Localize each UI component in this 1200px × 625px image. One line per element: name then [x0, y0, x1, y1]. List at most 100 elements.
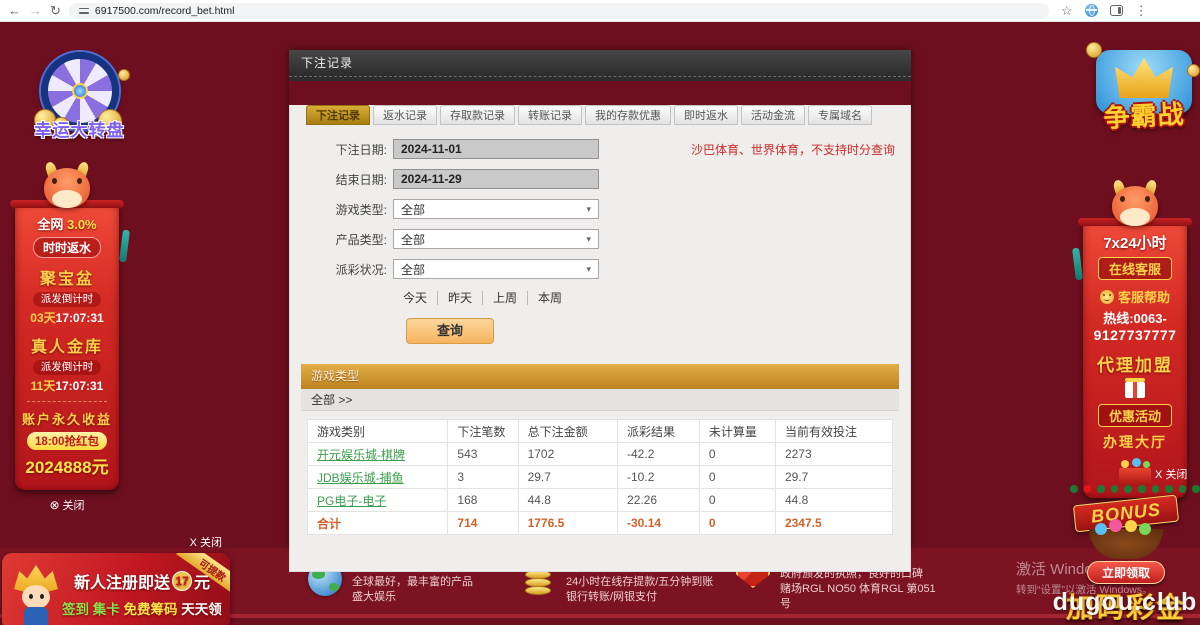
coin-icon	[118, 69, 130, 81]
divider	[27, 401, 107, 402]
tab-transfer-record[interactable]: 转账记录	[518, 105, 582, 125]
coin-icon	[1187, 64, 1200, 77]
chevron-down-icon: ▾	[586, 264, 591, 275]
reload-icon[interactable]: ↻	[50, 1, 61, 21]
treasure-pot-icon	[1089, 529, 1163, 559]
page-background: 幸运大转盘 全网 3.0% 时时返水 聚宝盆 派发倒计时 03天17:07:31…	[0, 22, 1200, 625]
breadcrumb[interactable]: 全部 >>	[301, 389, 899, 411]
col-total-bet: 总下注金额	[518, 420, 617, 443]
footer-line: 24小时在线存提款/五分钟到账	[566, 575, 713, 590]
col-bet-count: 下注笔数	[448, 420, 518, 443]
right-close-x-button[interactable]: X 关闭	[1155, 466, 1187, 482]
rebate-rate-line: 全网 3.0%	[19, 214, 115, 233]
carousel-dot[interactable]	[1084, 485, 1092, 493]
payout-status-select[interactable]: 全部 ▾	[393, 259, 599, 279]
treasure-pot-title: 聚宝盆	[19, 265, 115, 289]
countdown-label: 派发倒计时	[33, 292, 102, 307]
carousel-dot[interactable]	[1165, 485, 1173, 493]
tab-my-deposit-promo[interactable]: 我的存款优惠	[585, 105, 671, 125]
cell-bet-count: 543	[448, 443, 518, 466]
quick-link-today[interactable]: 今天	[393, 291, 438, 305]
game-type-label: 游戏类型:	[290, 201, 387, 218]
hotline-line1: 热线:0063-	[1087, 308, 1183, 327]
product-type-select[interactable]: 全部 ▾	[393, 229, 599, 249]
tab-rebate-record[interactable]: 返水记录	[373, 105, 437, 125]
claim-now-button[interactable]: 立即领取	[1087, 561, 1165, 584]
end-date-input[interactable]: 2024-11-29	[393, 169, 599, 189]
quick-link-yesterday[interactable]: 昨天	[438, 291, 483, 305]
quick-link-last-week[interactable]: 上周	[483, 291, 528, 305]
product-type-label: 产品类型:	[290, 231, 387, 248]
panel-header-divider	[289, 76, 911, 81]
prize-amount: 2024888元	[19, 453, 115, 478]
address-bar[interactable]: 6917500.com/record_bet.html	[69, 3, 1049, 19]
carousel-dots	[1070, 485, 1200, 493]
red-packet-pill: 18:00抢红包	[27, 432, 107, 450]
cell-valid-bet: 44.8	[775, 489, 892, 512]
tab-bet-record[interactable]: 下注记录	[306, 105, 370, 125]
menu-icon[interactable]: ⋮	[1135, 1, 1148, 21]
screen: ← → ↻ 6917500.com/record_bet.html ☆ ⋮ 幸运…	[0, 0, 1200, 625]
footer-line: 银行转账/网银支付	[566, 590, 713, 605]
coin-icon	[1086, 42, 1102, 58]
cell-total-bet: 29.7	[518, 466, 617, 489]
close-circle-icon: ⊗	[49, 498, 59, 512]
carousel-dot[interactable]	[1138, 485, 1146, 493]
cell-bet-count-total: 714	[448, 512, 518, 535]
side-panel-icon[interactable]	[1110, 5, 1123, 16]
site-settings-icon[interactable]	[79, 7, 89, 15]
table-header-row: 游戏类别 下注笔数 总下注金额 派彩结果 未计算量 当前有效投注	[308, 420, 893, 443]
panel-title: 下注记录	[289, 50, 911, 76]
game-character-icon	[6, 565, 68, 625]
game-link[interactable]: JDB娱乐城-捕鱼	[317, 471, 404, 485]
tab-instant-rebate[interactable]: 即时返水	[674, 105, 738, 125]
bonus-promo[interactable]: BONUS 立即领取 加码彩金 dugou.club	[1052, 500, 1200, 625]
carousel-dot[interactable]	[1070, 485, 1078, 493]
cell-total-bet: 1702	[518, 443, 617, 466]
lucky-wheel-promo[interactable]: 幸运大转盘	[12, 52, 147, 141]
game-type-select[interactable]: 全部 ▾	[393, 199, 599, 219]
globe-extension-icon[interactable]	[1085, 4, 1098, 17]
service-help-row: 客服帮助	[1087, 287, 1183, 306]
bookmark-star-icon[interactable]: ☆	[1061, 1, 1073, 21]
carousel-dot[interactable]	[1152, 485, 1160, 493]
tab-activity-flow[interactable]: 活动金流	[741, 105, 805, 125]
wheel-hub-icon	[72, 83, 88, 99]
carousel-dot[interactable]	[1179, 485, 1187, 493]
carousel-dot[interactable]	[1111, 485, 1119, 493]
smiley-icon	[1100, 290, 1114, 304]
cell-bet-count: 3	[448, 466, 518, 489]
cell-unsettled: 0	[699, 466, 775, 489]
forward-icon[interactable]: →	[29, 1, 42, 21]
new-user-promo-body[interactable]: 可提款 新人注册即送 17 元 签到 集卡 免费筹码 天天领	[2, 553, 230, 625]
quick-link-this-week[interactable]: 本周	[528, 291, 572, 305]
carousel-dot[interactable]	[1097, 485, 1105, 493]
carousel-dot[interactable]	[1124, 485, 1132, 493]
lucky-wheel-title: 幸运大转盘	[12, 116, 147, 141]
tab-deposit-withdraw-record[interactable]: 存取款记录	[440, 105, 515, 125]
game-link[interactable]: 开元娱乐城-棋牌	[317, 448, 405, 462]
back-icon[interactable]: ←	[8, 1, 21, 21]
sports-notice: 沙巴体育、世界体育，不支持时分查询	[691, 141, 895, 158]
cell-total-bet: 44.8	[518, 489, 617, 512]
tab-exclusive-domain[interactable]: 专属域名	[808, 105, 872, 125]
tassel-icon	[119, 230, 130, 263]
bet-date-input[interactable]: 2024-11-01	[393, 139, 599, 159]
rebate-pill: 时时返水	[33, 237, 101, 258]
footer-line: 全球最好，最丰富的产品	[352, 575, 473, 590]
search-button[interactable]: 查询	[406, 318, 494, 344]
dragon-mascot-icon	[36, 162, 98, 212]
service-hours: 7x24小时	[1087, 232, 1183, 253]
table-row: 开元娱乐城-棋牌 543 1702 -42.2 0 2273	[308, 443, 893, 466]
game-link[interactable]: PG电子-电子	[317, 494, 386, 508]
bottom-banner-close-button[interactable]: X 关闭	[2, 534, 222, 550]
carousel-dot[interactable]	[1192, 485, 1200, 493]
coin-amount-icon: 17	[172, 571, 192, 591]
table-total-row: 合计 714 1776.5 -30.14 0 2347.5	[308, 512, 893, 535]
left-banner-close-button[interactable]: ⊗ 关闭	[49, 497, 84, 513]
cell-unsettled-total: 0	[699, 512, 775, 535]
left-promo-banner[interactable]: 全网 3.0% 时时返水 聚宝盆 派发倒计时 03天17:07:31 真人金库 …	[15, 162, 119, 513]
footer-line: 赌场RGL NO50 体育RGL 第051号	[780, 582, 936, 612]
url-text: 6917500.com/record_bet.html	[95, 5, 235, 17]
battle-promo[interactable]: 争霸战	[1088, 50, 1200, 133]
